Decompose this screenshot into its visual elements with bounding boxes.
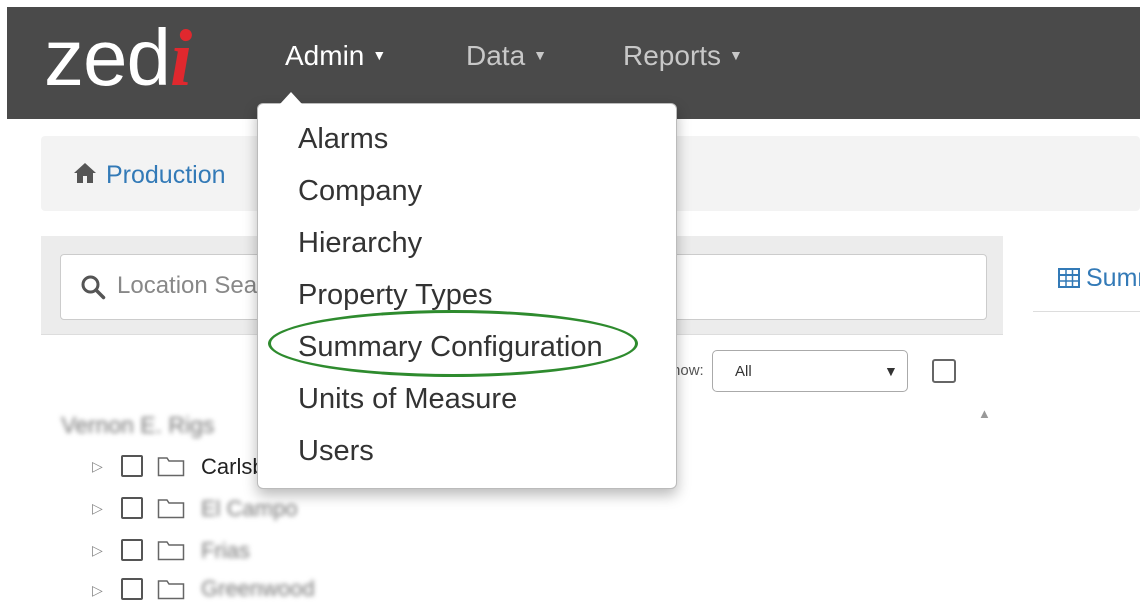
- menu-item-company[interactable]: Company: [298, 174, 422, 208]
- folder-icon: [157, 457, 185, 477]
- menu-item-alarms[interactable]: Alarms: [298, 122, 388, 156]
- menu-item-users[interactable]: Users: [298, 434, 374, 468]
- tree-node-label[interactable]: Frias: [201, 538, 250, 564]
- tree-node-label[interactable]: El Campo: [201, 496, 298, 522]
- home-icon: [74, 163, 96, 183]
- node-checkbox[interactable]: [121, 539, 143, 561]
- nav-admin-label: Admin: [285, 40, 365, 71]
- expand-arrow-icon[interactable]: ▷: [92, 582, 103, 599]
- folder-icon: [157, 580, 185, 600]
- highlight-annotation-ring: [268, 310, 638, 377]
- select-all-checkbox[interactable]: [932, 359, 956, 383]
- node-checkbox[interactable]: [121, 497, 143, 519]
- node-checkbox[interactable]: [121, 578, 143, 600]
- dropdown-pointer: [280, 92, 302, 104]
- menu-item-units-of-measure[interactable]: Units of Measure: [298, 382, 517, 416]
- select-arrow-icon: ▼: [884, 363, 898, 379]
- nav-admin-menu[interactable]: Admin ▼: [285, 40, 386, 72]
- expand-arrow-icon[interactable]: ▷: [92, 500, 103, 517]
- search-icon: [81, 275, 106, 300]
- table-icon: [1058, 268, 1080, 288]
- scroll-up-arrow-icon[interactable]: ▲: [978, 406, 991, 421]
- caret-down-icon: ▼: [372, 46, 387, 63]
- expand-arrow-icon[interactable]: ▷: [92, 458, 103, 475]
- nav-reports-menu[interactable]: Reports ▼: [623, 40, 743, 72]
- folder-icon: [157, 499, 185, 519]
- zedi-logo[interactable]: zedi: [44, 8, 192, 108]
- show-filter-select[interactable]: All: [712, 350, 908, 392]
- expand-arrow-icon[interactable]: ▷: [92, 542, 103, 559]
- tab-underline: [1033, 311, 1140, 312]
- breadcrumb-label: Production: [106, 161, 226, 189]
- menu-item-hierarchy[interactable]: Hierarchy: [298, 226, 422, 260]
- menu-item-property-types[interactable]: Property Types: [298, 278, 493, 312]
- node-checkbox[interactable]: [121, 455, 143, 477]
- tab-summary[interactable]: Summary: [1058, 264, 1140, 293]
- caret-down-icon: ▼: [533, 46, 548, 63]
- nav-data-label: Data: [466, 40, 526, 71]
- folder-icon: [157, 541, 185, 561]
- tree-root-label[interactable]: Vernon E. Rigs: [61, 412, 214, 439]
- nav-reports-label: Reports: [623, 40, 722, 71]
- caret-down-icon: ▼: [729, 46, 743, 63]
- breadcrumb-production-link[interactable]: Production: [72, 160, 226, 190]
- tree-node-label[interactable]: Greenwood: [201, 576, 315, 602]
- nav-data-menu[interactable]: Data ▼: [466, 40, 547, 72]
